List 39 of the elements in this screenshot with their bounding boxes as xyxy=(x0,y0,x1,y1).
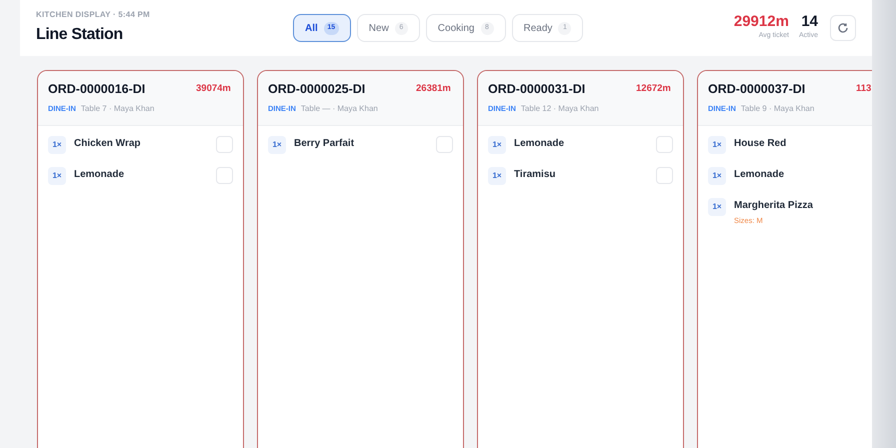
page-title: Line Station xyxy=(36,25,124,45)
item-name: Berry Parfait xyxy=(294,137,356,151)
stat-value: 29912m xyxy=(734,14,789,30)
quantity-badge: 1× xyxy=(708,198,726,216)
quantity-badge: 1× xyxy=(708,136,726,154)
checkbox[interactable] xyxy=(216,136,233,153)
checkbox[interactable] xyxy=(436,136,453,153)
order-details: Table — · Maya Khan xyxy=(300,102,378,115)
header-subtitle: KITCHEN DISPLAY · 5:44 PM xyxy=(36,9,151,21)
item-name: Lemonade xyxy=(74,168,126,182)
refresh-icon xyxy=(837,22,849,34)
order-number: ORD-0000016-DI xyxy=(48,81,146,98)
order-number: ORD-0000025-DI xyxy=(268,81,366,98)
item-name: Margherita Pizza xyxy=(734,199,814,213)
quantity-badge: 1× xyxy=(48,136,66,154)
quantity-badge: 1× xyxy=(48,167,66,185)
item-name: Tiramisu xyxy=(514,168,556,182)
order-number: ORD-0000037-DI xyxy=(708,81,806,98)
item-name: Lemonade xyxy=(734,168,786,182)
order-number: ORD-0000031-DI xyxy=(488,81,586,98)
item-name: Lemonade xyxy=(514,137,566,151)
quantity-badge: 1× xyxy=(268,136,286,154)
item-name: Chicken Wrap xyxy=(74,137,142,151)
quantity-badge: 1× xyxy=(488,167,506,185)
stat-value: 14 xyxy=(801,14,818,30)
order-details: Table 12 · Maya Khan xyxy=(520,102,599,115)
elapsed-time: 113 xyxy=(856,82,872,96)
quantity-badge: 1× xyxy=(488,136,506,154)
refresh-button[interactable] xyxy=(830,15,856,41)
item-name: House Red xyxy=(734,137,788,151)
order-details: Table 7 · Maya Khan xyxy=(80,102,154,115)
order-details: Table 9 · Maya Khan xyxy=(740,102,814,115)
checkbox[interactable] xyxy=(656,136,673,153)
elapsed-time: 26381m xyxy=(416,82,451,96)
elapsed-time: 39074m xyxy=(196,82,231,96)
quantity-badge: 1× xyxy=(708,167,726,185)
checkbox[interactable] xyxy=(216,167,233,184)
checkbox[interactable] xyxy=(656,167,673,184)
elapsed-time: 12672m xyxy=(636,82,671,96)
